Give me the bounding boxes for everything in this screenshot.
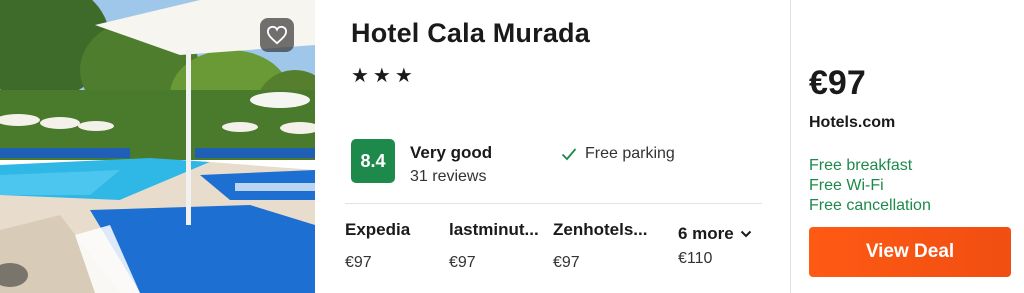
more-providers-label: 6 more: [678, 224, 734, 243]
provider-name: Expedia: [345, 220, 411, 239]
heart-icon: [266, 25, 288, 45]
deal-price: €97: [809, 64, 866, 102]
hotel-result-card: Hotel Cala Murada ★★★ 8.4 Very good 31 r…: [0, 0, 1024, 293]
deal-vendor: Hotels.com: [809, 114, 896, 131]
perk-item: Free Wi-Fi: [809, 177, 884, 194]
rating-score-badge: 8.4: [351, 139, 395, 183]
amenity-label: Free parking: [585, 145, 675, 162]
check-icon: [561, 148, 577, 161]
perk-item: Free cancellation: [809, 197, 931, 214]
view-deal-button[interactable]: View Deal: [809, 227, 1011, 277]
more-providers-price: €110: [678, 250, 713, 267]
rating-label: Very good: [410, 143, 493, 162]
hotel-photo[interactable]: [0, 0, 315, 293]
provider-name: Zenhotels...: [553, 220, 648, 239]
deal-perks: Free breakfast Free Wi-Fi Free cancellat…: [809, 156, 931, 216]
hotel-info: Hotel Cala Murada ★★★ 8.4 Very good 31 r…: [315, 0, 790, 293]
provider-price: €97: [553, 254, 580, 271]
star-rating: ★★★: [351, 65, 417, 87]
provider-price: €97: [449, 254, 476, 271]
more-providers-toggle[interactable]: 6 more: [678, 224, 752, 244]
review-count[interactable]: 31 reviews: [410, 168, 486, 186]
amenity-item: Free parking: [561, 145, 675, 163]
perk-item: Free breakfast: [809, 157, 913, 174]
provider-offer[interactable]: lastminut... €97: [449, 220, 559, 272]
provider-offer[interactable]: Expedia €97: [345, 220, 455, 272]
hotel-name[interactable]: Hotel Cala Murada: [351, 18, 590, 49]
provider-name: lastminut...: [449, 220, 539, 239]
provider-offer[interactable]: Zenhotels... €97: [553, 220, 663, 272]
best-deal-panel: €97 Hotels.com Free breakfast Free Wi-Fi…: [791, 0, 1024, 293]
divider: [345, 203, 762, 204]
provider-price: €97: [345, 254, 372, 271]
chevron-down-icon: [740, 230, 751, 238]
favorite-button[interactable]: [260, 18, 294, 52]
